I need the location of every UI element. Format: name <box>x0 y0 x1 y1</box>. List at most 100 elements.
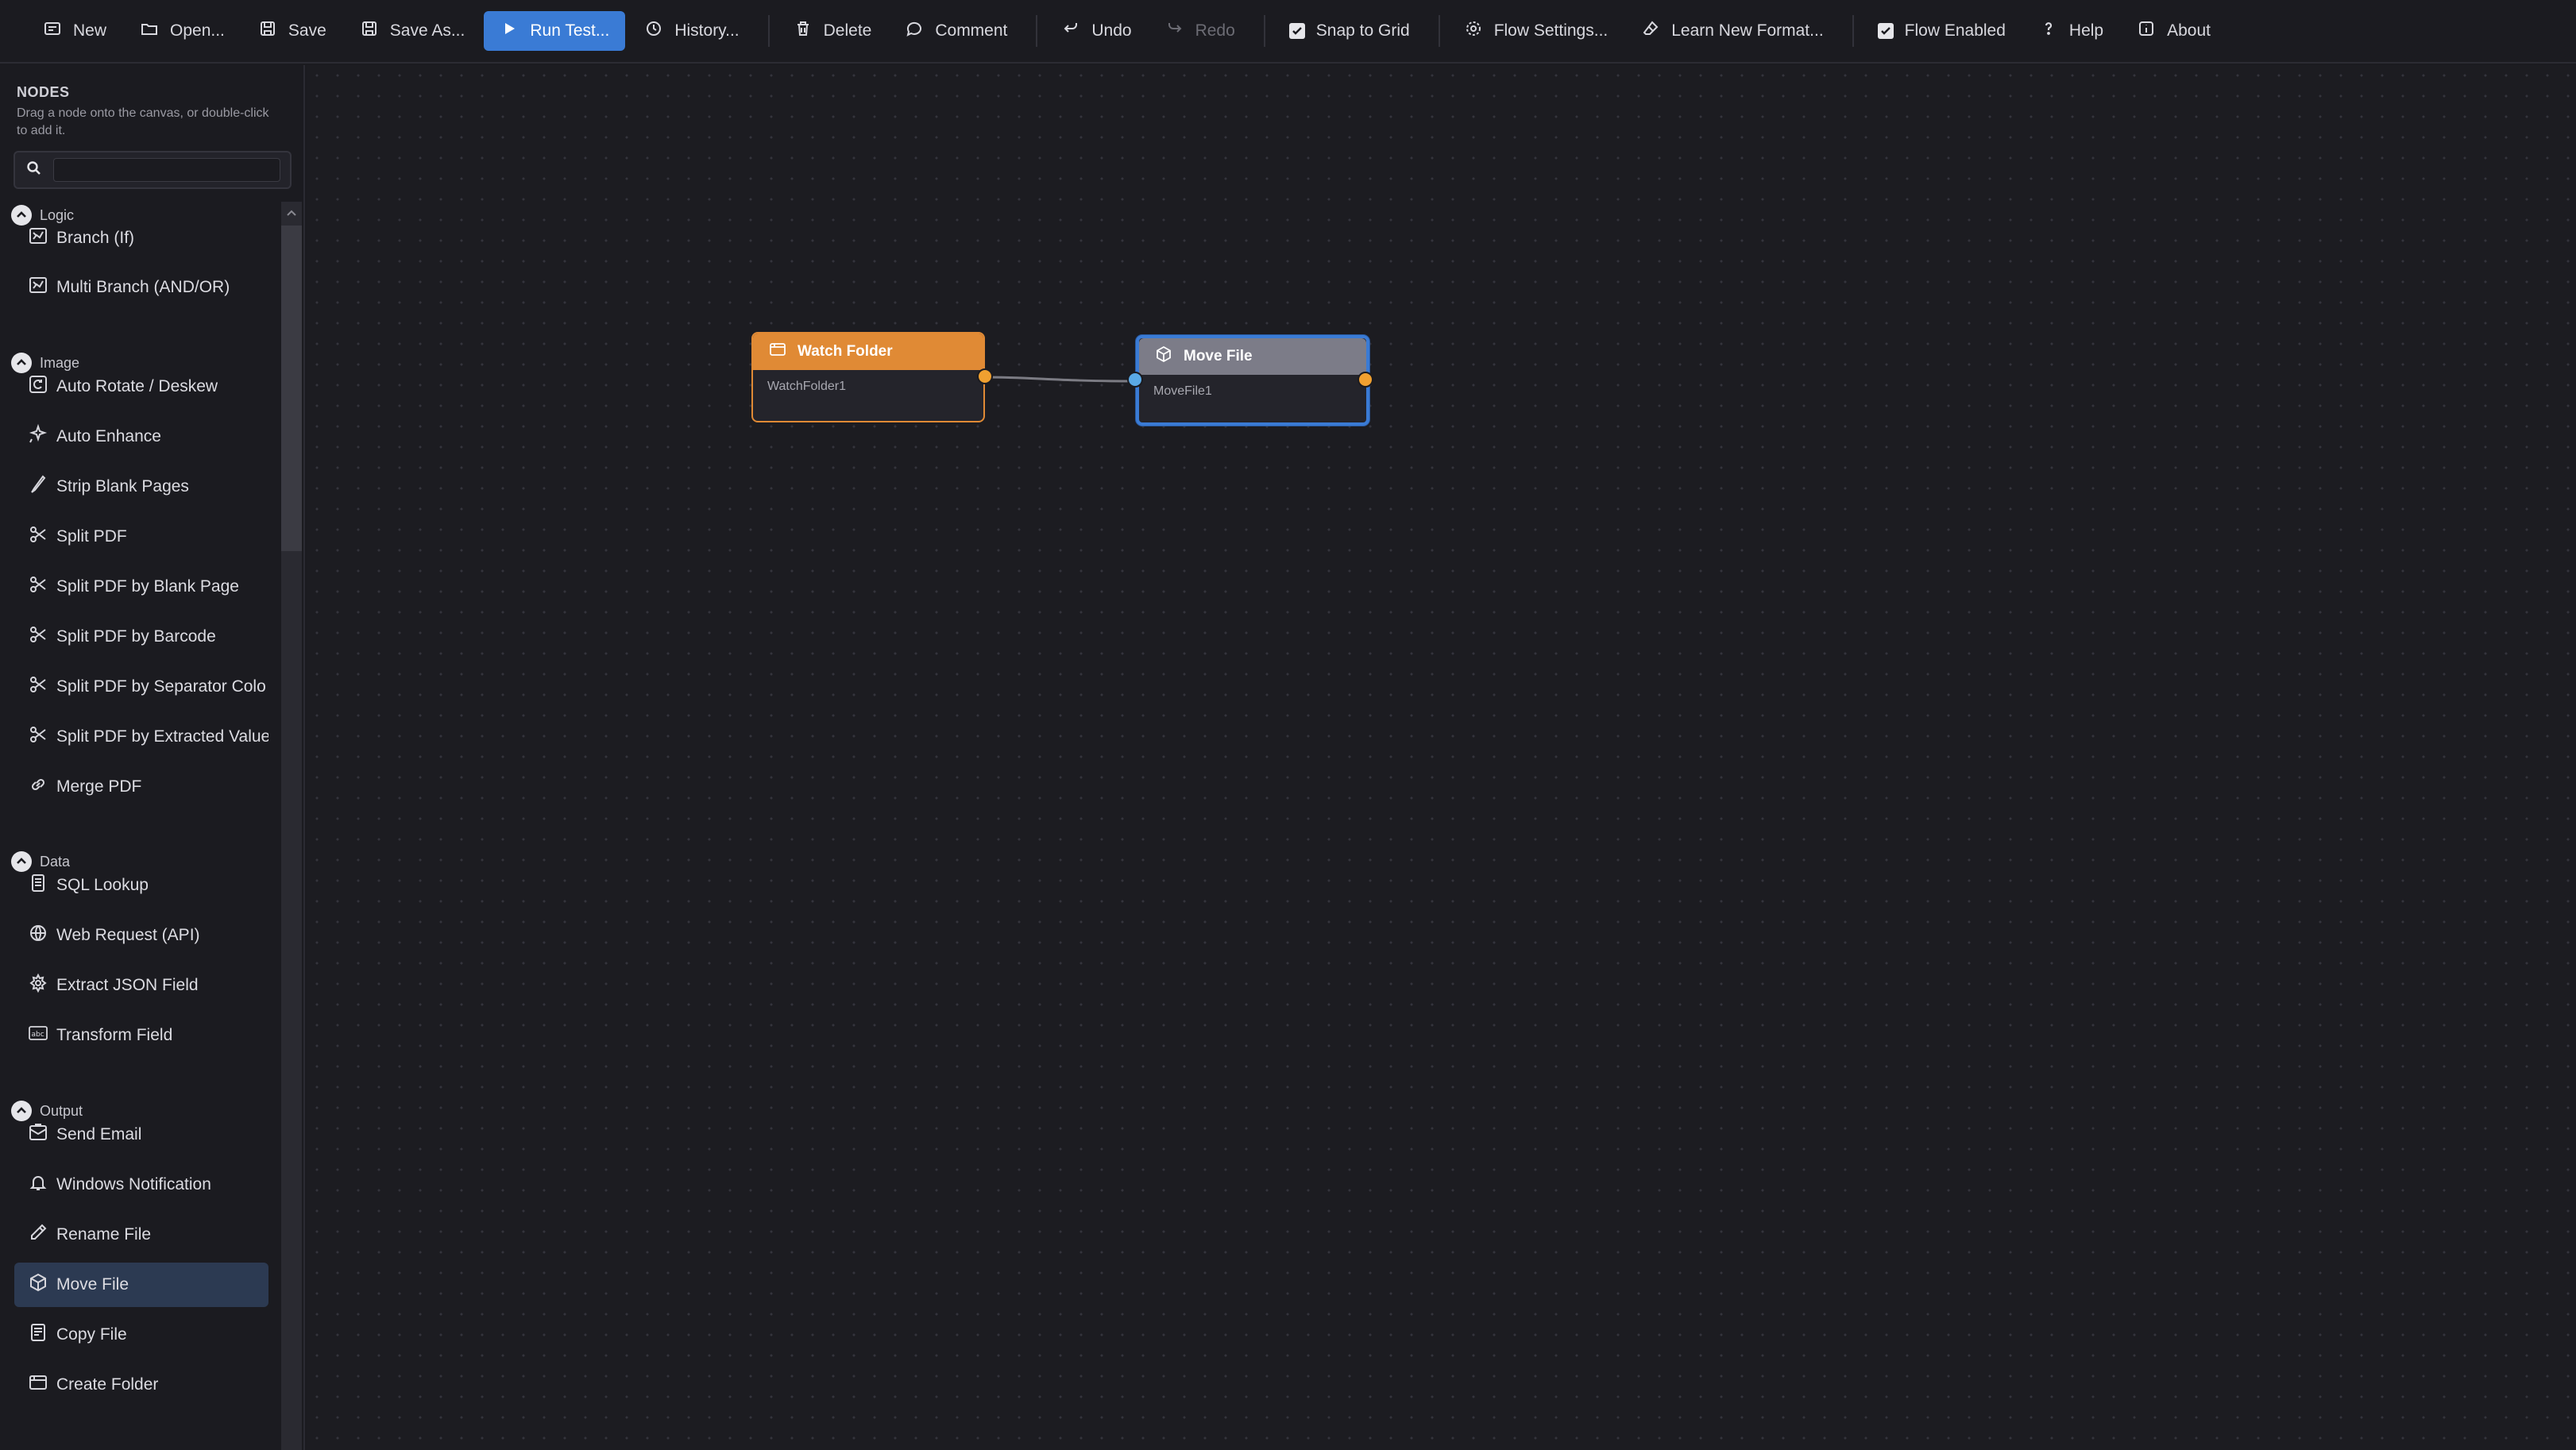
delete-button[interactable]: Delete <box>779 11 886 51</box>
output-port[interactable] <box>977 368 993 384</box>
folder-plus-icon <box>28 1372 48 1398</box>
branch-icon <box>28 275 48 300</box>
scrollbar-thumb[interactable] <box>281 226 302 551</box>
palette-help-text: Drag a node onto the canvas, or double-c… <box>17 106 269 137</box>
toolbar-divider <box>1263 15 1265 47</box>
node-item-windows-notification[interactable]: Windows Notification <box>14 1163 268 1207</box>
node-item-web-request[interactable]: Web Request (API) <box>14 913 268 958</box>
save-as-button[interactable]: Save As... <box>346 11 480 51</box>
node-item-label: Auto Enhance <box>56 427 161 445</box>
node-item-extract-json-field[interactable]: Extract JSON Field <box>14 963 268 1008</box>
history-button[interactable]: History... <box>630 11 753 51</box>
scissors-icon <box>28 574 48 600</box>
output-port[interactable] <box>1358 372 1373 388</box>
node-item-sql-lookup[interactable]: SQL Lookup <box>14 863 268 908</box>
node-item-move-file[interactable]: Move File <box>14 1263 268 1307</box>
node-item-label: Rename File <box>56 1225 152 1244</box>
learn-new-format-label: Learn New Format... <box>1671 21 1824 40</box>
search-icon <box>26 160 42 180</box>
pencil-icon <box>28 1222 48 1248</box>
node-instance-name: WatchFolder1 <box>767 380 846 393</box>
node-item-multi-branch[interactable]: Multi Branch (AND/OR) <box>14 265 268 310</box>
flow-enabled-toggle[interactable]: Flow Enabled <box>1863 11 2020 51</box>
redo-icon <box>1165 19 1184 43</box>
toolbar-divider <box>1852 15 1854 47</box>
save-button[interactable]: Save <box>244 11 341 51</box>
node-item-rename-file[interactable]: Rename File <box>14 1213 268 1257</box>
node-item-merge-pdf[interactable]: Merge PDF <box>14 765 268 809</box>
scissors-icon <box>28 524 48 550</box>
open-button[interactable]: Open... <box>126 11 239 51</box>
node-item-split-pdf-separator-color[interactable]: Split PDF by Separator Colo <box>14 665 268 709</box>
save-as-icon <box>360 19 379 43</box>
checkbox-checked-icon[interactable] <box>1288 23 1305 39</box>
palette-scrollbar[interactable] <box>281 202 302 1450</box>
node-item-transform-field[interactable]: abc Transform Field <box>14 1013 268 1058</box>
node-item-auto-enhance[interactable]: Auto Enhance <box>14 415 268 459</box>
help-button[interactable]: Help <box>2025 11 2118 51</box>
learn-new-format-button[interactable]: Learn New Format... <box>1627 11 1837 51</box>
redo-button[interactable]: Redo <box>1151 11 1249 51</box>
toolbar: New Open... Save Save As... Run Test... … <box>0 0 2576 64</box>
node-instance-name: MoveFile1 <box>1153 384 1212 398</box>
node-item-label: Split PDF by Separator Colo <box>56 677 266 696</box>
node-item-label: Split PDF <box>56 527 127 546</box>
scissors-icon <box>28 624 48 650</box>
delete-label: Delete <box>823 21 872 40</box>
node-item-send-email[interactable]: Send Email <box>14 1113 268 1157</box>
eraser-icon <box>1641 19 1660 43</box>
json-icon <box>28 973 48 998</box>
flow-settings-label: Flow Settings... <box>1493 21 1609 40</box>
node-item-create-folder[interactable]: Create Folder <box>14 1363 268 1407</box>
node-item-auto-rotate[interactable]: Auto Rotate / Deskew <box>14 364 268 409</box>
node-item-label: SQL Lookup <box>56 876 149 894</box>
sparkle-icon <box>28 423 48 449</box>
node-item-label: Split PDF by Blank Page <box>56 577 239 596</box>
flow-enabled-label: Flow Enabled <box>1904 21 2006 40</box>
flow-node-watch-folder[interactable]: Watch Folder WatchFolder1 <box>751 332 993 422</box>
about-label: About <box>2167 21 2211 40</box>
node-title: Move File <box>1184 348 1253 364</box>
toolbar-divider <box>1036 15 1038 47</box>
text-field-icon: abc <box>28 1023 48 1048</box>
database-icon <box>28 873 48 898</box>
node-item-branch-if[interactable]: Branch (If) <box>14 216 268 260</box>
new-icon <box>43 19 62 43</box>
node-item-split-pdf[interactable]: Split PDF <box>14 515 268 559</box>
node-item-split-pdf-barcode[interactable]: Split PDF by Barcode <box>14 615 268 659</box>
flow-settings-button[interactable]: Flow Settings... <box>1450 11 1623 51</box>
run-test-button[interactable]: Run Test... <box>484 11 626 51</box>
globe-icon <box>28 923 48 948</box>
link-icon <box>28 774 48 800</box>
input-port[interactable] <box>1127 372 1143 388</box>
trash-icon <box>794 19 813 43</box>
connection-line[interactable] <box>983 376 1136 383</box>
new-button[interactable]: New <box>29 11 121 51</box>
node-item-split-pdf-blank-page[interactable]: Split PDF by Blank Page <box>14 565 268 609</box>
flow-node-move-file[interactable]: Move File MoveFile1 <box>1127 335 1373 426</box>
node-item-split-pdf-extracted-value[interactable]: Split PDF by Extracted Value <box>14 715 268 759</box>
about-button[interactable]: About <box>2122 11 2225 51</box>
node-item-strip-blank-pages[interactable]: Strip Blank Pages <box>14 465 268 509</box>
node-item-label: Windows Notification <box>56 1175 211 1194</box>
search-input[interactable] <box>53 158 280 182</box>
toolbar-divider <box>767 15 770 47</box>
redo-label: Redo <box>1195 21 1235 40</box>
snap-to-grid-toggle[interactable]: Snap to Grid <box>1275 11 1424 51</box>
toolbar-divider <box>1438 15 1440 47</box>
scissors-icon <box>28 724 48 750</box>
chevron-up-icon[interactable] <box>285 206 298 219</box>
comment-button[interactable]: Comment <box>890 11 1022 51</box>
play-icon <box>500 19 519 43</box>
undo-button[interactable]: Undo <box>1047 11 1145 51</box>
question-icon <box>2039 19 2058 43</box>
checkbox-checked-icon[interactable] <box>1877 23 1894 39</box>
node-item-copy-file[interactable]: Copy File <box>14 1313 268 1357</box>
flow-canvas[interactable]: Watch Folder WatchFolder1 Move File Move… <box>307 65 2576 1450</box>
help-label: Help <box>2068 21 2104 40</box>
node-search <box>14 151 292 189</box>
node-item-label: Split PDF by Barcode <box>56 627 216 646</box>
folder-icon <box>769 341 786 363</box>
undo-icon <box>1061 19 1080 43</box>
info-icon <box>2137 19 2156 43</box>
